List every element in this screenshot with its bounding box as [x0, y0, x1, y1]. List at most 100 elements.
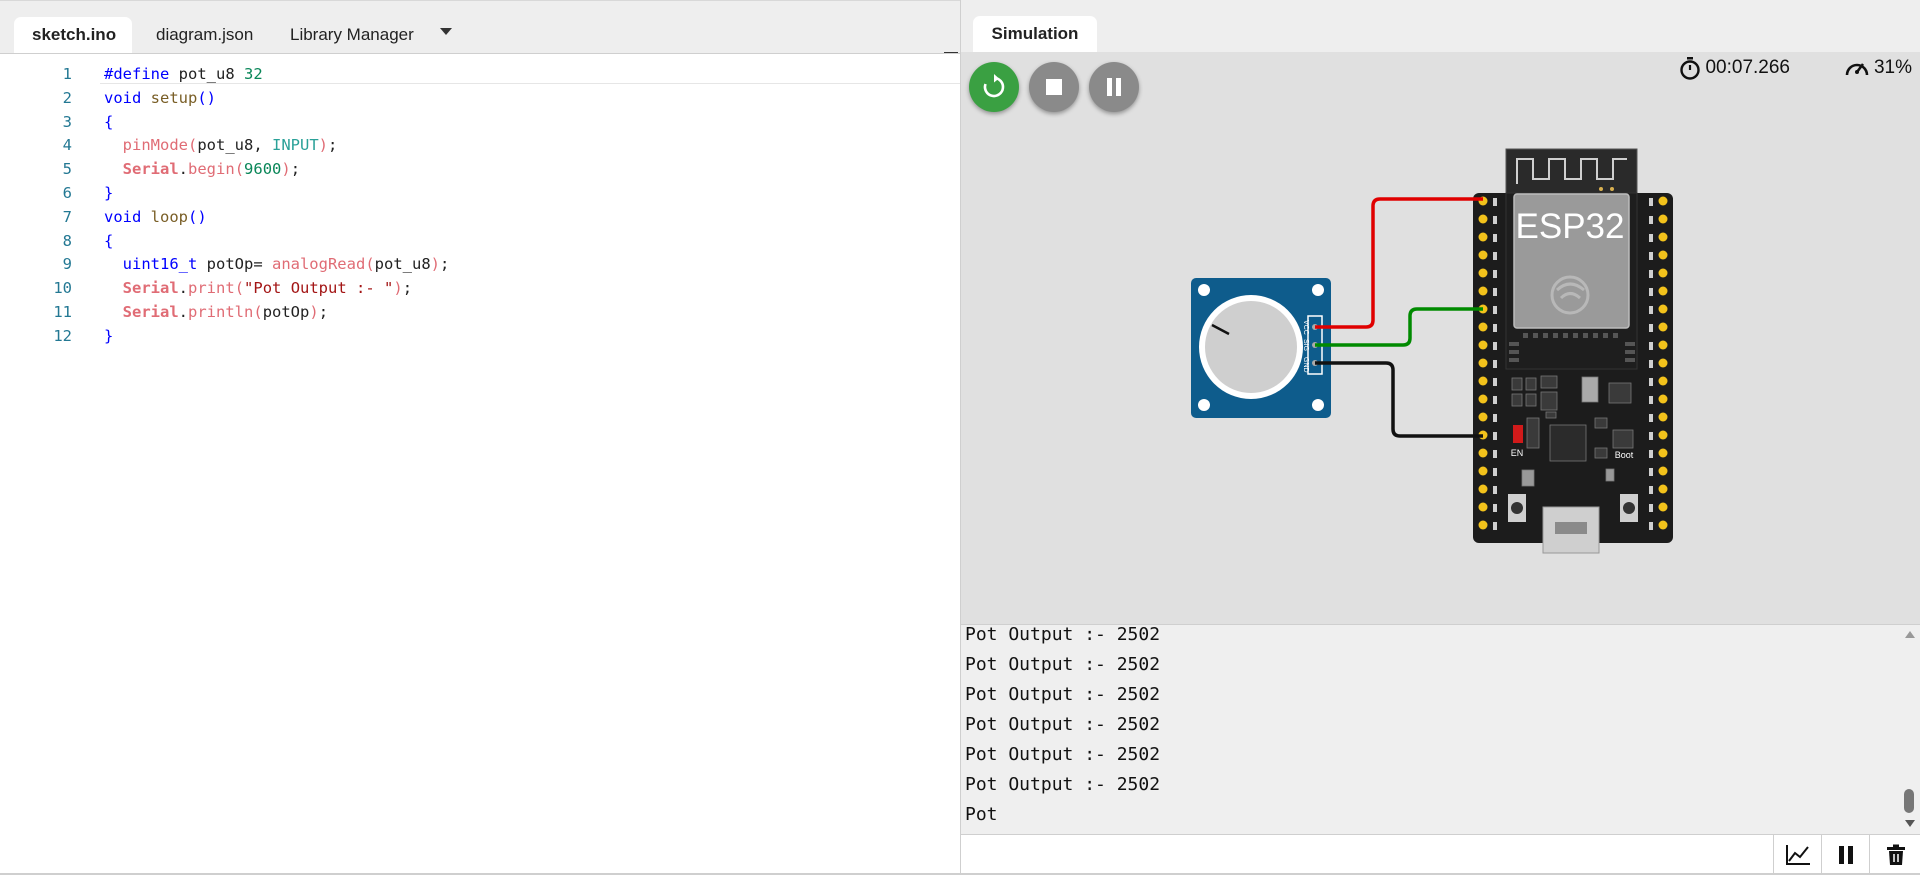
code-token: ; [328, 136, 338, 155]
code-token: . [178, 279, 189, 298]
code-token: pinMode [122, 136, 188, 155]
code-token: ; [290, 160, 301, 179]
en-button[interactable] [1511, 502, 1523, 514]
tab-diagram-json[interactable]: diagram.json [138, 17, 271, 53]
code-token: ; [402, 279, 413, 298]
scroll-up-arrow-icon[interactable] [1905, 631, 1915, 638]
code-token: pot_u8 [374, 255, 431, 274]
tab-simulation[interactable]: Simulation [973, 16, 1097, 52]
pot-pin-vcc-label: VCC [1302, 320, 1309, 335]
serial-output: Pot Output :- 2502 Pot Output :- 2502 Pot … [965, 625, 1161, 830]
code-text: Serial.begin(9600); [104, 158, 300, 182]
code-token: () [188, 207, 207, 226]
en-label: EN [1511, 448, 1524, 458]
pause-serial-button[interactable] [1821, 835, 1870, 875]
code-token: ( [365, 255, 375, 274]
code-line: 7 void loop() [0, 206, 207, 230]
code-token: { [104, 112, 114, 131]
code-text: Serial.print("Pot Output :- "); [104, 277, 412, 301]
stop-icon [1046, 79, 1062, 95]
code-token: void [104, 207, 142, 226]
line-number: 6 [62, 183, 72, 202]
code-token: ( [234, 160, 245, 179]
code-token: . [178, 160, 189, 179]
pause-simulation-button[interactable] [1089, 62, 1139, 112]
code-token: ) [281, 160, 291, 179]
code-token: ) [318, 136, 329, 155]
code-token: ; [318, 302, 329, 321]
code-token: { [104, 231, 114, 250]
simulation-tab-bar: Simulation [961, 0, 1920, 52]
code-token: 9600 [244, 160, 282, 179]
code-line: 3{ [0, 111, 114, 135]
pause-icon [1839, 846, 1853, 864]
simulation-canvas[interactable]: ESP32 EN Boot VCC SIG GND [961, 52, 1920, 624]
esp32-board[interactable]: ESP32 EN Boot [1473, 148, 1673, 554]
code-token: ) [393, 279, 403, 298]
code-token: pot_u8 [169, 65, 244, 83]
code-token: INPUT [272, 136, 319, 155]
stopwatch-icon [1680, 57, 1701, 80]
serial-line: Pot Output :- 2502 [965, 714, 1161, 735]
code-token: analogRead [271, 255, 366, 274]
tab-sketch-ino[interactable]: sketch.ino [14, 17, 132, 53]
code-token: begin [188, 160, 235, 179]
wire-ground[interactable] [1315, 361, 1483, 438]
restart-icon [983, 74, 1005, 98]
code-editor[interactable]: 1 #define pot_u8 32 2 void setup() 3{4 pinMo… [0, 53, 960, 876]
line-number: 9 [62, 255, 72, 274]
code-line: 12} [0, 325, 113, 349]
code-token: 32 [243, 65, 263, 83]
serial-plotter-button[interactable] [1773, 835, 1822, 875]
code-token: print [188, 279, 235, 298]
speed-value: 31% [1873, 57, 1912, 78]
code-line: 9 uint16_t potOp= analogRead(pot_u8); [0, 253, 450, 277]
code-text: } [104, 325, 113, 349]
restart-simulation-button[interactable] [969, 62, 1019, 112]
scroll-down-arrow-icon[interactable] [1905, 820, 1915, 827]
serial-monitor[interactable]: Pot Output :- 2502 Pot Output :- 2502 Pot … [961, 624, 1920, 835]
scroll-thumb[interactable] [1904, 789, 1914, 813]
code-text: #define pot_u8 32 [104, 63, 263, 87]
chart-line-icon [1786, 845, 1810, 865]
code-token: "Pot Output :- " [244, 279, 394, 298]
potentiometer[interactable]: VCC SIG GND [1191, 278, 1331, 418]
line-number: 5 [62, 160, 72, 179]
board-label: ESP32 [1516, 207, 1625, 246]
code-text: void loop() [104, 206, 207, 230]
line-number: 3 [62, 112, 72, 131]
serial-input-field[interactable] [961, 835, 1773, 875]
code-token: uint16_t [122, 255, 198, 274]
code-token: println [188, 302, 254, 321]
simulation-pane: Simulation ESP32 EN Boot VCC SIG GND 00:… [961, 0, 1920, 876]
potentiometer-knob[interactable] [1205, 301, 1297, 393]
stop-simulation-button[interactable] [1029, 62, 1079, 112]
code-token: Serial [122, 302, 179, 321]
boot-button[interactable] [1623, 502, 1635, 514]
code-token: } [104, 183, 114, 202]
code-text: { [104, 230, 113, 254]
power-led [1513, 425, 1523, 443]
tab-library-manager[interactable]: Library Manager [272, 17, 432, 53]
code-lines: 1 #define pot_u8 32 2 void setup() 3{4 pinMo… [0, 63, 450, 349]
code-token: ( [234, 279, 245, 298]
serial-scrollbar[interactable] [1900, 625, 1920, 835]
code-token: setup [150, 88, 198, 107]
tab-menu-chevron-down-icon[interactable] [436, 21, 456, 41]
timer-value: 00:07.266 [1705, 57, 1790, 78]
speedometer-icon [1845, 63, 1869, 76]
code-token: potOp [262, 302, 310, 321]
clear-serial-button[interactable] [1869, 835, 1920, 875]
line-number: 4 [62, 136, 72, 155]
code-line: 10 Serial.print("Pot Output :- "); [0, 277, 412, 301]
editor-tab-bar: sketch.ino diagram.json Library Manager [0, 1, 960, 54]
code-text: } [104, 182, 113, 206]
code-token: ) [309, 302, 319, 321]
